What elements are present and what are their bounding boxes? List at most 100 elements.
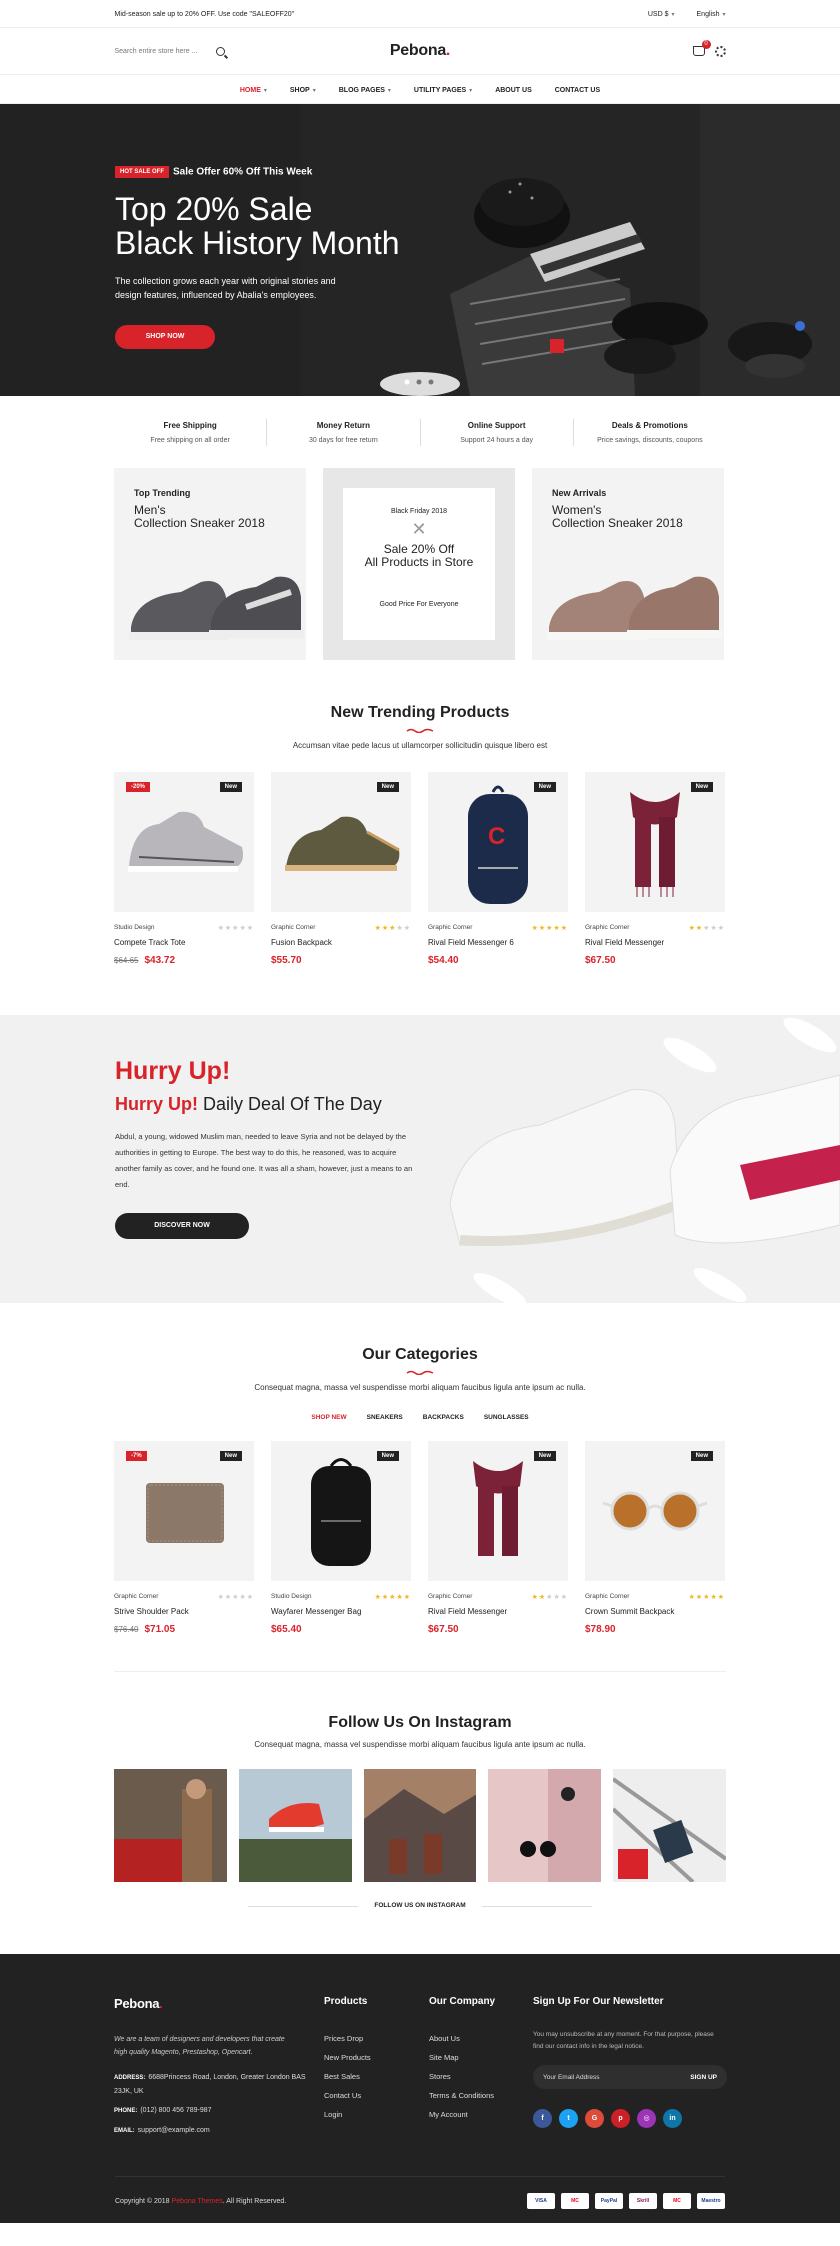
nav-item-about-us[interactable]: ABOUT US <box>495 87 532 94</box>
search-box[interactable]: Search entire store here ... <box>115 46 225 56</box>
footer-email[interactable]: EMAIL: support@example.com <box>114 2124 324 2138</box>
discover-now-button[interactable]: DISCOVER NOW <box>115 1213 249 1239</box>
footer-link[interactable]: Terms & Conditions <box>429 2086 533 2105</box>
newsletter-email-input[interactable]: Your Email Address <box>543 2074 690 2081</box>
footer-link[interactable]: Prices Drop <box>324 2029 429 2048</box>
tab-backpacks[interactable]: BACKPACKS <box>423 1414 464 1421</box>
footer-link[interactable]: Login <box>324 2105 429 2124</box>
nav-item-home[interactable]: HOME ▾ <box>240 87 267 94</box>
banner-men-sneakers[interactable]: Top Trending Men's Collection Sneaker 201… <box>114 468 306 660</box>
tab-sneakers[interactable]: SNEAKERS <box>367 1414 403 1421</box>
section-subtitle: Consequat magna, massa vel suspendisse m… <box>254 1383 586 1392</box>
product-name[interactable]: Wayfarer Messenger Bag <box>271 1607 411 1616</box>
footer-logo[interactable]: Pebona. <box>114 1996 324 2011</box>
slider-dots[interactable] <box>403 378 437 386</box>
product-image <box>146 1483 224 1543</box>
product-brand: Graphic Corner <box>428 924 473 931</box>
site-header: Search entire store here ... Pebona. 0 <box>0 28 840 74</box>
product-price: $54.40 <box>428 955 459 966</box>
product-card[interactable]: New Graphic Corner ★★★★★ Crown Summit Bac… <box>585 1441 725 1635</box>
product-name[interactable]: Strive Shoulder Pack <box>114 1607 254 1616</box>
footer-address: ADDRESS: 6688Princess Road, London, Great… <box>114 2074 306 2095</box>
product-card[interactable]: New Graphic Corner ★★★★★ Rival Field Mess… <box>585 772 725 966</box>
instagram-icon[interactable]: ◎ <box>637 2109 656 2128</box>
star-icon: ★ <box>688 925 696 932</box>
nav-item-shop[interactable]: SHOP ▾ <box>290 87 316 94</box>
product-card[interactable]: New Graphic Corner ★★★★★ Fusion Backpack … <box>271 772 411 966</box>
star-icon: ★ <box>560 1594 568 1601</box>
product-card[interactable]: -7% New Graphic Corner ★★★★★ Strive Shoul… <box>114 1441 254 1635</box>
footer-link[interactable]: Contact Us <box>324 2086 429 2105</box>
search-input[interactable]: Search entire store here ... <box>115 48 198 55</box>
instagram-photo[interactable] <box>363 1769 477 1882</box>
category-tabs: SHOP NEW SNEAKERS BACKPACKS SUNGLASSES <box>0 1414 840 1421</box>
product-image <box>311 1458 371 1566</box>
nav-item-utility-pages[interactable]: UTILITY PAGES ▾ <box>414 87 472 94</box>
language-selector[interactable]: English ▾ <box>697 11 726 18</box>
footer-phone: PHONE: (012) 800 456 789-987 <box>114 2107 212 2114</box>
search-icon[interactable] <box>215 46 225 56</box>
currency-selector[interactable]: USD $ ▾ <box>648 11 675 18</box>
product-card[interactable]: New Studio Design ★★★★★ Wayfarer Messenge… <box>271 1441 411 1635</box>
features-bar: Free Shipping Free shipping on all order … <box>0 396 840 468</box>
google-plus-icon[interactable]: G <box>585 2109 604 2128</box>
linkedin-icon[interactable]: in <box>663 2109 682 2128</box>
logo[interactable]: Pebona. <box>390 42 450 60</box>
nav-item-blog-pages[interactable]: BLOG PAGES ▾ <box>339 87 391 94</box>
copyright: Copyright © 2018 Pebona Themes. All Righ… <box>115 2197 287 2205</box>
product-brand: Graphic Corner <box>585 924 630 931</box>
product-brand: Graphic Corner <box>585 1593 630 1600</box>
rating-stars: ★★★★★ <box>218 1593 254 1601</box>
tab-shop-new[interactable]: SHOP NEW <box>311 1414 346 1421</box>
tab-sunglasses[interactable]: SUNGLASSES <box>484 1414 529 1421</box>
product-card[interactable]: -20% New Studio Design ★★★★★ Compete Trac… <box>114 772 254 966</box>
shop-now-button[interactable]: SHOP NOW <box>115 325 215 349</box>
cart-icon[interactable]: 0 <box>692 40 711 56</box>
footer-link[interactable]: Best Sales <box>324 2067 429 2086</box>
categories-heading: Our Categories Consequat magna, massa ve… <box>0 1346 840 1392</box>
footer-link[interactable]: About Us <box>429 2029 533 2048</box>
product-card[interactable]: New Graphic Corner ★★★★★ Rival Field Mess… <box>428 1441 568 1635</box>
instagram-photo[interactable] <box>238 1769 352 1882</box>
star-icon: ★ <box>717 1594 725 1601</box>
product-name[interactable]: Crown Summit Backpack <box>585 1607 725 1616</box>
new-badge: New <box>219 782 242 792</box>
nav-item-contact-us[interactable]: CONTACT US <box>555 87 600 94</box>
product-name[interactable]: Fusion Backpack <box>271 938 411 947</box>
footer-link[interactable]: New Products <box>324 2048 429 2067</box>
product-name[interactable]: Rival Field Messenger <box>585 938 725 947</box>
product-price: $65.40 <box>271 1624 302 1635</box>
rating-stars: ★★★★★ <box>689 924 725 932</box>
banner-women-sneakers[interactable]: New Arrivals Women's Collection Sneaker 2… <box>532 468 724 660</box>
footer-link[interactable]: Site Map <box>429 2048 533 2067</box>
facebook-icon[interactable]: f <box>533 2109 552 2128</box>
footer-about: Pebona. We are a team of designers and d… <box>114 1996 324 2138</box>
product-name[interactable]: Compete Track Tote <box>114 938 254 947</box>
follow-instagram-link[interactable]: FOLLOW US ON INSTAGRAM <box>0 1902 840 1909</box>
footer-link[interactable]: Stores <box>429 2067 533 2086</box>
old-price: $64.65 <box>114 956 139 965</box>
new-badge: New <box>533 782 556 792</box>
star-icon: ★ <box>553 1594 561 1601</box>
instagram-photo[interactable] <box>488 1769 602 1882</box>
product-image <box>602 1491 708 1531</box>
star-icon: ★ <box>531 1594 539 1601</box>
gear-icon[interactable] <box>714 45 726 57</box>
sign-up-button[interactable]: SIGN UP <box>690 2074 717 2081</box>
banner-black-friday[interactable]: Black Friday 2018 ✕ Sale 20% Off All Prod… <box>323 468 515 660</box>
twitter-icon[interactable]: t <box>559 2109 578 2128</box>
product-name[interactable]: Rival Field Messenger 6 <box>428 938 568 947</box>
pinterest-icon[interactable]: p <box>611 2109 630 2128</box>
footer-link[interactable]: My Account <box>429 2105 533 2124</box>
top-bar: Mid-season sale up to 20% OFF. Use code … <box>0 0 840 28</box>
social-links: f t G p ◎ in <box>533 2109 726 2128</box>
product-card[interactable]: C New Graphic Corner ★★★★★ Rival Field Me… <box>428 772 568 966</box>
instagram-photo[interactable] <box>613 1769 726 1882</box>
product-brand: Studio Design <box>114 924 155 931</box>
new-badge: New <box>376 1451 399 1461</box>
product-image <box>128 811 243 872</box>
newsletter-form: Your Email Address SIGN UP <box>533 2065 727 2089</box>
product-name[interactable]: Rival Field Messenger <box>428 1607 568 1616</box>
instagram-photo[interactable] <box>114 1769 227 1882</box>
chevron-down-icon: ▾ <box>671 11 675 18</box>
